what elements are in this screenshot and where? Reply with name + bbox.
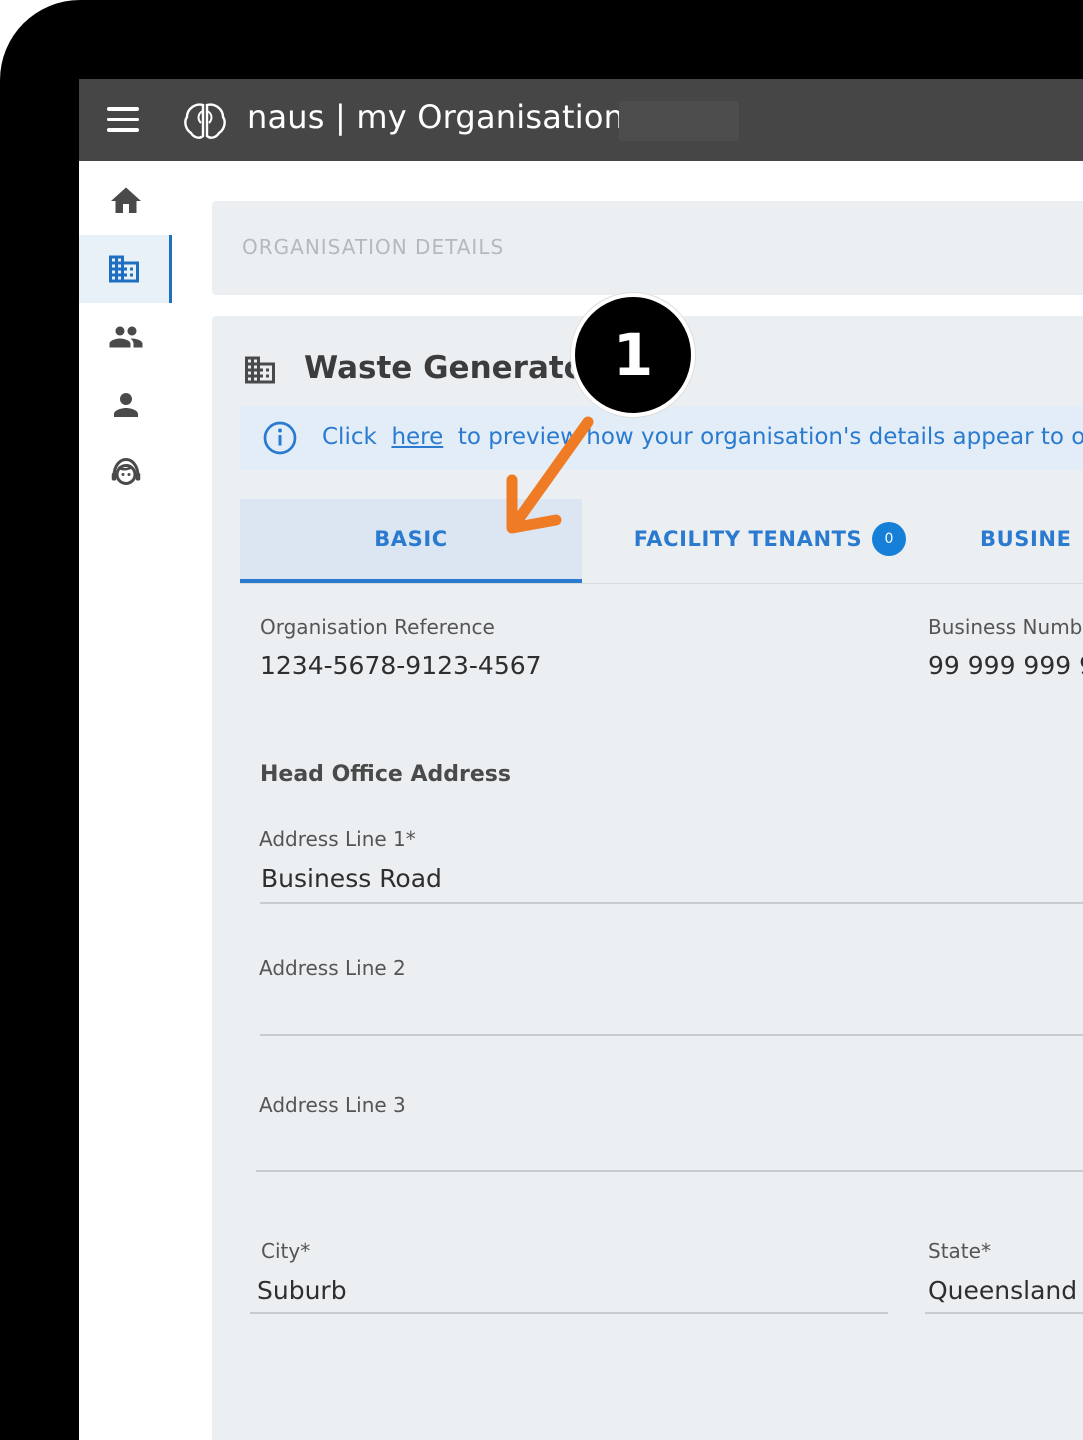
nav-item-support[interactable] (79, 439, 172, 507)
address-line-3-label: Address Line 3 (259, 1093, 406, 1117)
nav-item-organisation[interactable] (79, 235, 172, 303)
organisation-card: Waste Generator Click here to preview ho… (212, 316, 1083, 1440)
step-number-badge: 1 (571, 293, 695, 417)
org-reference-value: 1234-5678-9123-4567 (260, 651, 542, 680)
org-reference-label: Organisation Reference (260, 615, 495, 639)
organisation-details-header[interactable]: ORGANISATION DETAILS (212, 201, 1083, 295)
support-agent-icon (111, 457, 140, 485)
tab-label: BASIC (374, 527, 448, 551)
address-line-1-input[interactable]: Business Road (261, 864, 442, 893)
nav-item-home[interactable] (79, 167, 172, 235)
side-nav (79, 161, 173, 1440)
city-label: City* (261, 1239, 311, 1263)
building-icon (245, 356, 275, 384)
app-bar: naus | my Organisation (79, 79, 1083, 161)
info-prefix: Click (322, 424, 377, 450)
home-icon (110, 187, 141, 213)
state-label: State* (928, 1239, 991, 1263)
tab-business[interactable]: BUSINE (980, 499, 1083, 579)
app-screen: naus | my Organisation ORGANISATION DETA… (79, 79, 1083, 1440)
address-line-1-label: Address Line 1* (259, 827, 416, 851)
business-number-value: 99 999 999 9 (928, 651, 1083, 680)
address-line-3-underline (256, 1170, 1083, 1172)
tab-label: FACILITY TENANTS (633, 527, 863, 551)
business-number-label: Business Numbe (928, 615, 1083, 639)
info-banner: Click here to preview how your organisat… (240, 406, 1083, 470)
nav-item-profile[interactable] (79, 371, 172, 439)
brain-icon (184, 103, 226, 139)
section-header-label: ORGANISATION DETAILS (242, 235, 505, 259)
building-icon (109, 255, 139, 283)
address-line-2-underline (260, 1034, 1083, 1036)
tab-facility-tenants[interactable]: FACILITY TENANTS 0 (620, 499, 920, 579)
state-select[interactable]: Queensland (928, 1276, 1077, 1305)
address-line-2-label: Address Line 2 (259, 956, 406, 980)
card-title: Waste Generator (304, 350, 601, 386)
orange-arrow-annotation (506, 416, 594, 534)
tab-label: BUSINE (980, 527, 1072, 551)
address-line-1-underline (260, 902, 1083, 904)
tenant-count-badge: 0 (872, 522, 907, 556)
preview-link[interactable]: here (391, 424, 443, 450)
app-title: naus | my Organisation (247, 98, 625, 136)
group-icon (109, 326, 142, 348)
city-input[interactable]: Suburb (257, 1276, 347, 1305)
hamburger-menu-icon[interactable] (107, 107, 139, 133)
state-underline (925, 1312, 1083, 1314)
nav-item-users[interactable] (79, 303, 172, 371)
head-office-heading: Head Office Address (260, 762, 511, 787)
info-icon (263, 421, 297, 455)
tab-bar: BASIC FACILITY TENANTS 0 BUSINE (240, 499, 1083, 584)
info-text: Click here to preview how your organisat… (322, 424, 1083, 450)
redacted-area (619, 101, 739, 141)
person-icon (113, 393, 138, 417)
city-underline (250, 1312, 888, 1314)
